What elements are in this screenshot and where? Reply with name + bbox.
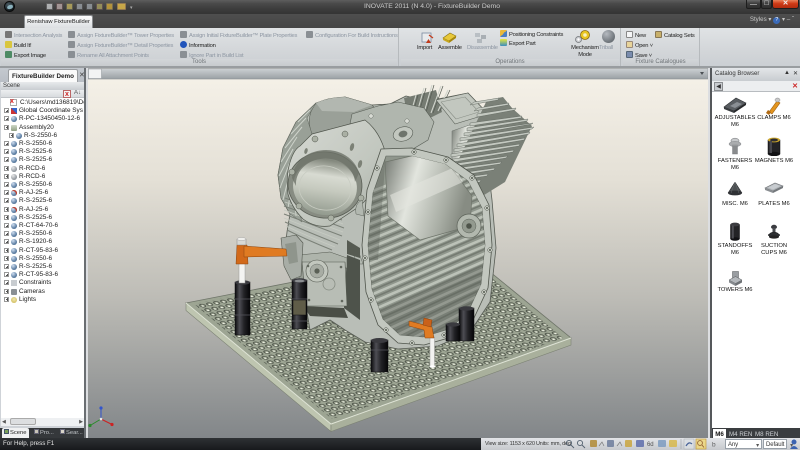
svg-text:6d: 6d [647, 442, 653, 448]
svg-text:b: b [712, 442, 716, 449]
